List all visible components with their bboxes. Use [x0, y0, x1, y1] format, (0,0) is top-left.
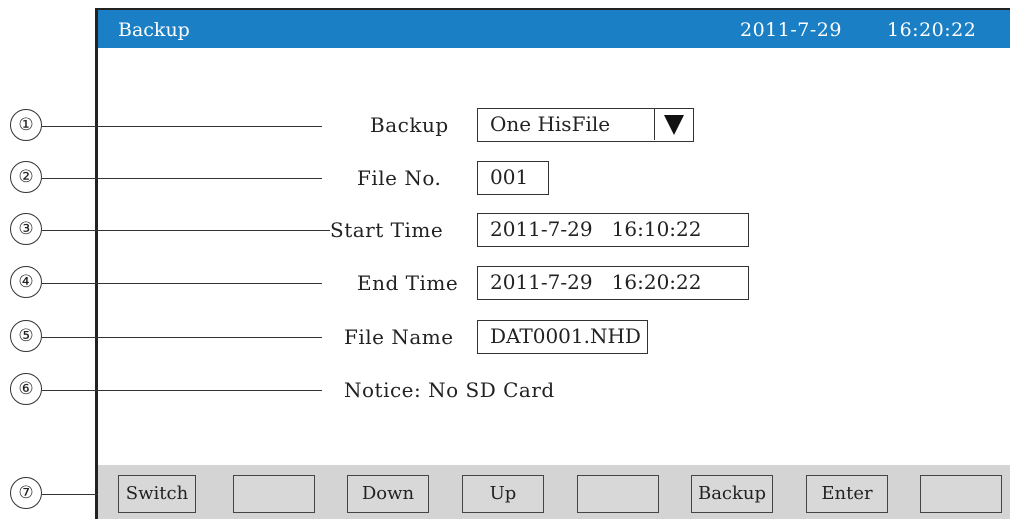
backup-button[interactable]: Backup [691, 475, 773, 513]
leader-line-5 [42, 337, 322, 338]
end-time-field[interactable]: 2011-7-29 16:20:22 [477, 266, 749, 300]
file-no-label: File No. [357, 166, 442, 190]
file-name-field[interactable]: DAT0001.NHD [477, 320, 648, 354]
file-no-field[interactable]: 001 [477, 161, 549, 195]
leader-line-1 [42, 126, 322, 127]
start-time-label: Start Time [330, 218, 444, 242]
callout-5: ⑤ [10, 320, 42, 352]
leader-line-2 [42, 178, 322, 179]
callout-4: ④ [10, 266, 42, 298]
callout-3: ③ [10, 213, 42, 245]
clock-time: 16:20:22 [887, 19, 977, 41]
end-time-value: 2011-7-29 16:20:22 [490, 270, 702, 294]
down-button[interactable]: Down [347, 475, 429, 513]
enter-button[interactable]: Enter [806, 475, 888, 513]
title-bar: Backup 2011-7-29 16:20:22 [98, 10, 1010, 48]
clock-date: 2011-7-29 [740, 19, 842, 41]
end-time-label: End Time [357, 271, 459, 295]
softkey-8-button[interactable] [920, 475, 1002, 513]
leader-line-4 [42, 283, 322, 284]
callout-1: ① [10, 109, 42, 141]
notice-text: Notice: No SD Card [344, 378, 555, 402]
callout-6: ⑥ [10, 373, 42, 405]
callout-2: ② [10, 161, 42, 193]
triangle-down-icon[interactable] [654, 109, 693, 140]
start-time-field[interactable]: 2011-7-29 16:10:22 [477, 213, 749, 247]
file-name-label: File Name [344, 325, 454, 349]
screen-frame [95, 8, 1010, 519]
up-button[interactable]: Up [462, 475, 544, 513]
screen-title: Backup [118, 19, 190, 41]
softkey-5-button[interactable] [577, 475, 659, 513]
file-name-value: DAT0001.NHD [490, 324, 641, 348]
backup-mode-select[interactable]: One HisFile [477, 108, 694, 142]
backup-mode-label: Backup [370, 113, 449, 137]
softkey-2-button[interactable] [233, 475, 315, 513]
frame-border [95, 8, 98, 519]
leader-line-6 [42, 390, 322, 391]
leader-line-3 [42, 230, 330, 231]
backup-mode-value: One HisFile [490, 112, 611, 136]
switch-button[interactable]: Switch [118, 475, 196, 513]
start-time-value: 2011-7-29 16:10:22 [490, 217, 702, 241]
callout-7: ⑦ [10, 477, 42, 509]
file-no-value: 001 [490, 165, 529, 189]
